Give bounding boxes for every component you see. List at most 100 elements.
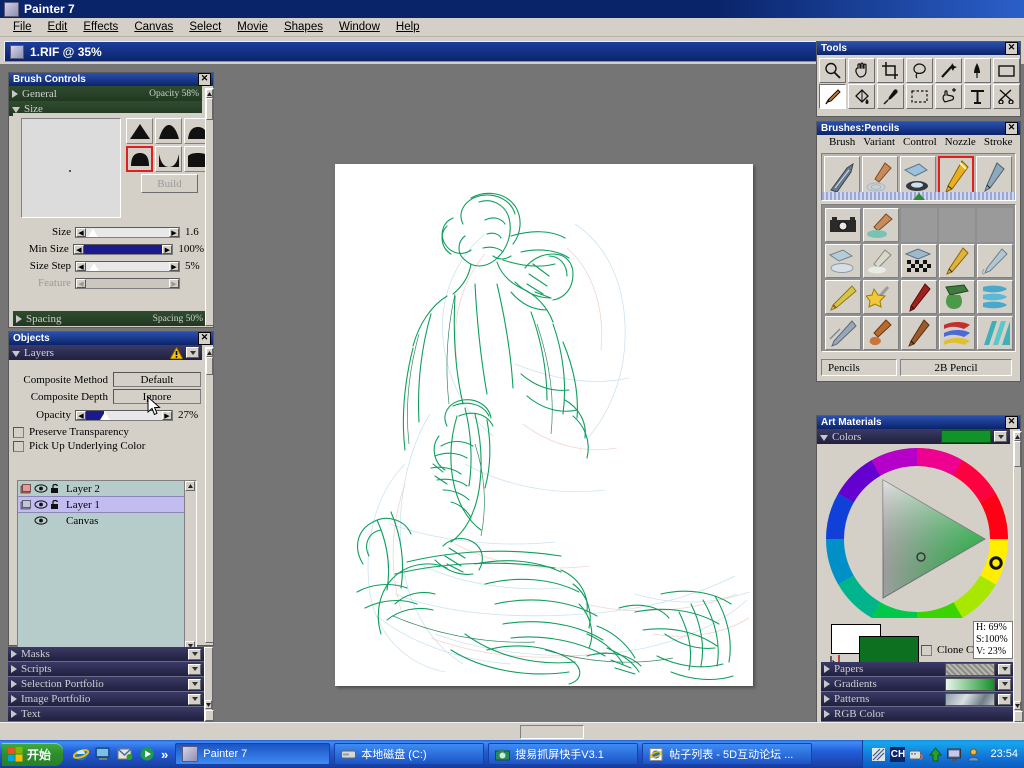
panel-text[interactable]: Text bbox=[8, 707, 204, 722]
taskbar-task-painter[interactable]: Painter 7 bbox=[175, 743, 331, 765]
brushes-menu-stroke[interactable]: Stroke bbox=[984, 136, 1013, 148]
size-step-slider[interactable]: ◀ ▶ bbox=[75, 260, 180, 272]
table-row[interactable]: Layer 2 bbox=[18, 481, 196, 496]
layer-list[interactable]: Layer 2 Layer 1 Canvas bbox=[17, 480, 197, 652]
canvas-document[interactable] bbox=[335, 164, 753, 686]
panel-masks[interactable]: Masks bbox=[8, 647, 204, 662]
scroll-down-icon[interactable] bbox=[205, 700, 212, 709]
dab-shape-1[interactable] bbox=[126, 118, 153, 144]
section-gradients[interactable]: Gradients bbox=[821, 677, 1014, 692]
close-icon[interactable]: ✕ bbox=[1005, 42, 1018, 55]
dab-shape-2[interactable] bbox=[155, 118, 182, 144]
size-slider-knob[interactable] bbox=[88, 228, 98, 237]
scroll-thumb[interactable] bbox=[206, 357, 213, 375]
scripts-menu-icon[interactable] bbox=[188, 663, 201, 675]
panel-scripts[interactable]: Scripts bbox=[8, 662, 204, 677]
objects-scrollbar[interactable] bbox=[205, 347, 214, 643]
min-size-slider[interactable]: ◀ ▶ bbox=[72, 243, 174, 255]
rectangular-selection-tool[interactable] bbox=[906, 84, 933, 109]
antivirus-icon[interactable] bbox=[966, 747, 981, 762]
pen-tool[interactable] bbox=[964, 58, 991, 83]
resize-grip-icon[interactable] bbox=[1014, 711, 1023, 722]
taskbar-task-capture[interactable]: 搜易抓屏快手V3.1 bbox=[488, 743, 639, 765]
airbrush-variant[interactable] bbox=[977, 244, 1013, 278]
brushes-menu-control[interactable]: Control bbox=[903, 136, 937, 148]
panel-selection-portfolio[interactable]: Selection Portfolio bbox=[8, 677, 204, 692]
up-arrow-icon[interactable] bbox=[928, 746, 943, 762]
pencil-yellow-variant[interactable] bbox=[939, 244, 975, 278]
build-button[interactable]: Build bbox=[141, 174, 198, 193]
selection-portfolio-menu-icon[interactable] bbox=[188, 678, 201, 690]
layers-menu-icon[interactable] bbox=[186, 347, 199, 358]
brushes-menu-brush[interactable]: Brush bbox=[829, 136, 855, 148]
menu-movie[interactable]: Movie bbox=[229, 19, 276, 35]
magnifier-tool[interactable] bbox=[819, 58, 846, 83]
oil-paint-variant[interactable] bbox=[939, 280, 975, 314]
impasto-variant[interactable] bbox=[977, 280, 1013, 314]
close-icon[interactable]: ✕ bbox=[198, 73, 211, 86]
composite-method-value[interactable]: Default bbox=[113, 372, 201, 387]
clone-color-checkbox[interactable] bbox=[921, 644, 932, 656]
size-step-slider-knob[interactable] bbox=[89, 262, 99, 271]
scroll-down-icon[interactable] bbox=[1014, 701, 1021, 710]
size-slider[interactable]: ◀ ▶ bbox=[75, 226, 180, 238]
unlock-icon[interactable] bbox=[50, 483, 62, 494]
ime-ch-icon[interactable]: CH bbox=[890, 746, 906, 762]
colors-menu-icon[interactable] bbox=[994, 431, 1007, 442]
layer-name[interactable]: Layer 1 bbox=[66, 499, 100, 511]
brush-variant-name[interactable]: 2B Pencil bbox=[900, 359, 1012, 376]
menu-edit[interactable]: Edit bbox=[40, 19, 76, 35]
crop-tool[interactable] bbox=[877, 58, 904, 83]
pick-up-underlying-row[interactable]: Pick Up Underlying Color bbox=[13, 439, 206, 453]
collapsed-panels-scrollbar[interactable] bbox=[204, 647, 214, 722]
min-size-slider-right-arrow[interactable]: ▶ bbox=[162, 244, 173, 254]
section-papers[interactable]: Papers bbox=[821, 662, 1014, 677]
brush-category-name[interactable]: Pencils bbox=[821, 359, 897, 376]
scroll-thumb[interactable] bbox=[1014, 441, 1021, 467]
internet-explorer-icon[interactable] bbox=[73, 746, 90, 762]
brush-controls-title-bar[interactable]: Brush Controls ✕ bbox=[9, 73, 213, 86]
calligraphy-variant[interactable] bbox=[825, 316, 861, 350]
brush-spacing-section[interactable]: Spacing Spacing 50% bbox=[13, 311, 206, 326]
preserve-transparency-checkbox[interactable] bbox=[13, 426, 24, 438]
layer-opacity-left-arrow[interactable]: ◀ bbox=[76, 410, 86, 420]
watercolor-strokes-variant[interactable] bbox=[977, 316, 1013, 350]
rectangular-shape-tool[interactable] bbox=[993, 58, 1020, 83]
media-player-icon[interactable] bbox=[139, 746, 155, 762]
start-button[interactable]: 开始 bbox=[2, 742, 64, 766]
brushes-title-bar[interactable]: Brushes:Pencils ✕ bbox=[817, 122, 1020, 135]
layer-opacity-right-arrow[interactable]: ▶ bbox=[162, 410, 172, 420]
table-row[interactable]: Canvas bbox=[18, 513, 196, 528]
color-wheel[interactable] bbox=[821, 447, 1014, 632]
liquid-variant[interactable] bbox=[825, 244, 861, 278]
close-icon[interactable]: ✕ bbox=[1005, 416, 1018, 429]
pick-up-underlying-checkbox[interactable] bbox=[13, 440, 24, 452]
size-slider-right-arrow[interactable]: ▶ bbox=[169, 227, 179, 237]
layer-opacity-knob[interactable] bbox=[100, 411, 110, 420]
panel-image-portfolio[interactable]: Image Portfolio bbox=[8, 692, 204, 707]
size-slider-left-arrow[interactable]: ◀ bbox=[76, 227, 86, 237]
image-portfolio-menu-icon[interactable] bbox=[188, 693, 201, 705]
show-desktop-icon[interactable] bbox=[95, 746, 111, 762]
taskbar-clock[interactable]: 23:54 bbox=[990, 748, 1018, 760]
taskbar-task-forum[interactable]: 帖子列表 - 5D互动论坛 ... bbox=[642, 743, 813, 765]
section-patterns[interactable]: Patterns bbox=[821, 692, 1014, 707]
keyboard-icon[interactable] bbox=[909, 747, 924, 762]
layer-list-scrollbar[interactable] bbox=[184, 481, 196, 651]
sumi-e-variant[interactable] bbox=[863, 316, 899, 350]
menu-canvas[interactable]: Canvas bbox=[126, 19, 181, 35]
brush-tool[interactable] bbox=[819, 84, 846, 109]
lasso-tool[interactable] bbox=[906, 58, 933, 83]
monitor-icon[interactable] bbox=[947, 747, 962, 762]
scissors-tool[interactable] bbox=[993, 84, 1020, 109]
pen-red-variant[interactable] bbox=[901, 280, 937, 314]
objects-title-bar[interactable]: Objects ✕ bbox=[9, 332, 213, 345]
magic-wand-variant[interactable] bbox=[863, 280, 899, 314]
preserve-transparency-row[interactable]: Preserve Transparency bbox=[13, 425, 206, 439]
scroll-up-icon[interactable] bbox=[206, 89, 213, 98]
outlook-express-icon[interactable] bbox=[117, 746, 133, 762]
scroll-up-icon[interactable] bbox=[185, 481, 195, 491]
art-materials-scrollbar[interactable] bbox=[1013, 431, 1023, 723]
dab-shape-4-selected[interactable] bbox=[126, 146, 153, 172]
network-icon[interactable] bbox=[871, 747, 886, 762]
